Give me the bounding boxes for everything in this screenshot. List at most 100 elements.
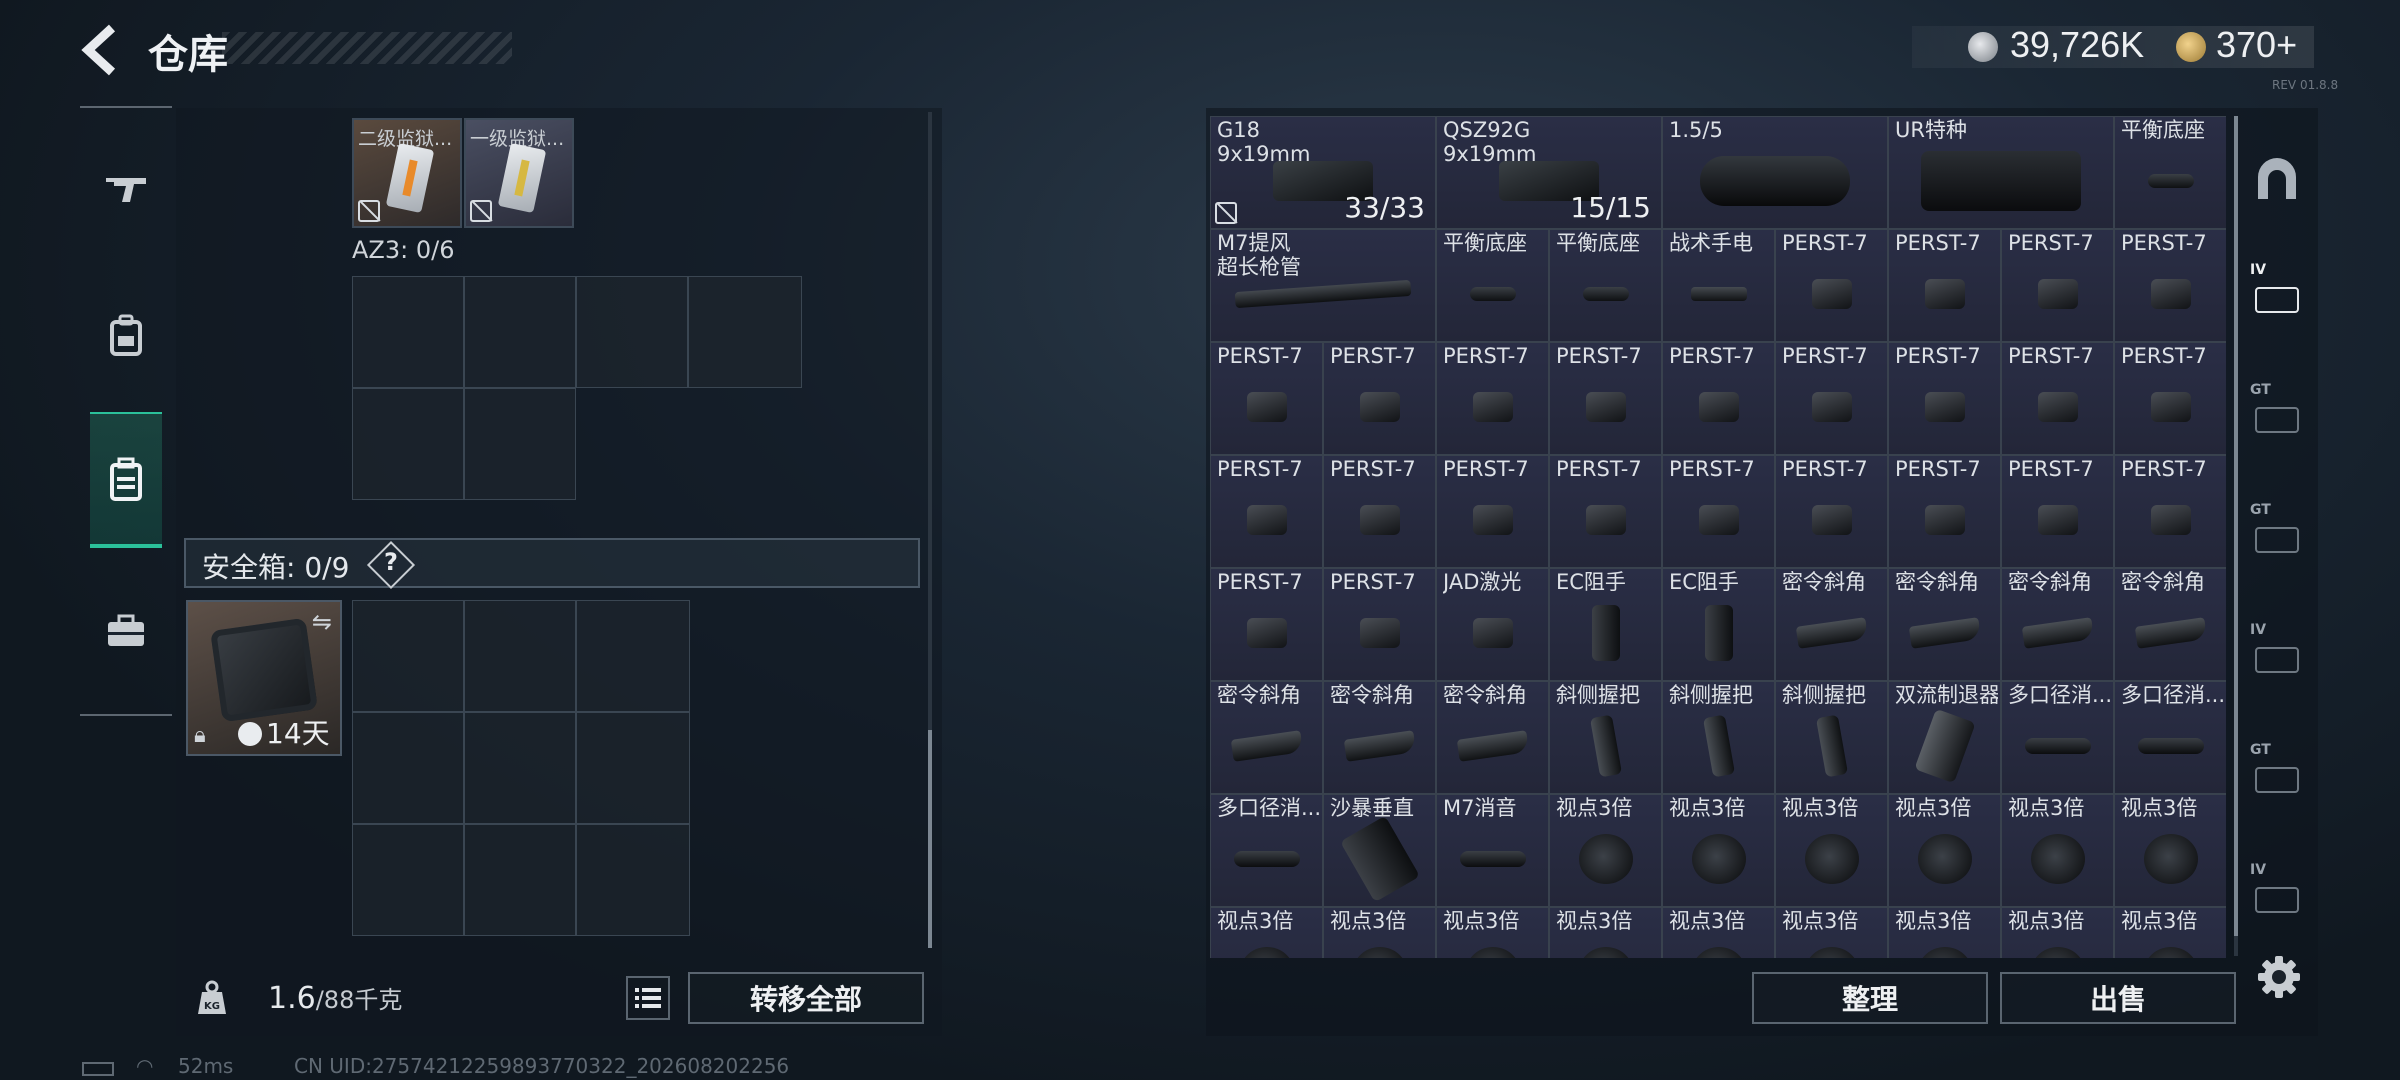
az3-cell[interactable] <box>464 276 576 388</box>
storage-item[interactable]: PERST-7 <box>2114 455 2226 568</box>
filter-all-tab[interactable] <box>2246 140 2308 220</box>
filter-iv-tab-2[interactable]: IV <box>2246 614 2308 694</box>
storage-item[interactable]: PERST-7 <box>1549 455 1662 568</box>
storage-item[interactable]: QSZ92G 9x19mm 15/15 <box>1436 116 1662 229</box>
storage-item[interactable]: 双流制退器 <box>1888 681 2001 794</box>
storage-item[interactable]: PERST-7 <box>1210 568 1323 681</box>
storage-item[interactable]: PERST-7 <box>2114 342 2226 455</box>
storage-item[interactable]: 密令斜角 <box>1210 681 1323 794</box>
storage-item[interactable]: PERST-7 <box>1210 342 1323 455</box>
storage-item[interactable]: 视点3倍 <box>1549 794 1662 907</box>
storage-item[interactable]: PERST-7 <box>1323 455 1436 568</box>
storage-item[interactable]: 视点3倍 <box>1662 794 1775 907</box>
storage-item[interactable]: 视点3倍 <box>1888 794 2001 907</box>
storage-item[interactable]: 沙暴垂直 <box>1323 794 1436 907</box>
gold-currency-amount[interactable]: 370+ <box>2216 24 2297 66</box>
storage-item[interactable]: 密令斜角 <box>2114 568 2226 681</box>
safe-cell[interactable] <box>464 600 576 712</box>
storage-item[interactable]: PERST-7 <box>1662 342 1775 455</box>
storage-item[interactable]: 视点3倍 <box>1549 907 1662 958</box>
filter-gt-tab-3[interactable]: GT <box>2246 734 2308 814</box>
storage-item[interactable]: UR特种 <box>1888 116 2114 229</box>
filter-gt-tab-1[interactable]: GT <box>2246 374 2308 454</box>
right-scrollbar-thumb[interactable] <box>2234 116 2238 936</box>
az3-cell[interactable] <box>352 276 464 388</box>
safe-cell[interactable] <box>576 600 690 712</box>
left-scrollbar-thumb[interactable] <box>928 730 932 948</box>
az3-cell[interactable] <box>352 388 464 500</box>
storage-item[interactable]: PERST-7 <box>1323 342 1436 455</box>
storage-item[interactable]: 斜侧握把 <box>1549 681 1662 794</box>
storage-item[interactable]: 1.5/5 <box>1662 116 1888 229</box>
storage-item[interactable]: EC阻手 <box>1662 568 1775 681</box>
storage-item[interactable]: G18 9x19mm 33/33 <box>1210 116 1436 229</box>
sort-button[interactable]: 整理 <box>1752 972 1988 1024</box>
back-button[interactable] <box>78 22 126 78</box>
sell-button[interactable]: 出售 <box>2000 972 2236 1024</box>
storage-item[interactable]: EC阻手 <box>1549 568 1662 681</box>
storage-item[interactable]: PERST-7 <box>1323 568 1436 681</box>
storage-item[interactable]: JAD激光 <box>1436 568 1549 681</box>
storage-item[interactable]: 多口径消... <box>2114 681 2226 794</box>
storage-item[interactable]: PERST-7 <box>2114 229 2226 342</box>
az3-cell[interactable] <box>576 276 688 388</box>
magazine-slot-2[interactable]: 一级监狱... <box>464 118 574 228</box>
filter-gt-tab-2[interactable]: GT <box>2246 494 2308 574</box>
nav-storage-tab[interactable] <box>90 412 162 548</box>
safe-box-item[interactable]: ⇋ 🔒︎ 14天 <box>186 600 342 756</box>
storage-item[interactable]: 视点3倍 <box>1775 907 1888 958</box>
storage-item[interactable]: 视点3倍 <box>1436 907 1549 958</box>
storage-item[interactable]: 视点3倍 <box>1775 794 1888 907</box>
storage-item[interactable]: 战术手电 <box>1662 229 1775 342</box>
storage-item[interactable]: 密令斜角 <box>1323 681 1436 794</box>
storage-item[interactable]: 视点3倍 <box>2001 794 2114 907</box>
safe-cell[interactable] <box>576 712 690 824</box>
storage-item[interactable]: 密令斜角 <box>1775 568 1888 681</box>
storage-item[interactable]: 视点3倍 <box>2114 907 2226 958</box>
storage-item[interactable]: PERST-7 <box>1436 455 1549 568</box>
nav-weapons-tab[interactable] <box>90 124 162 254</box>
magazine-slot-1[interactable]: 二级监狱... <box>352 118 462 228</box>
storage-item[interactable]: 平衡底座 <box>2114 116 2226 229</box>
storage-item[interactable]: 斜侧握把 <box>1662 681 1775 794</box>
safe-cell[interactable] <box>576 824 690 936</box>
nav-briefcase-tab[interactable] <box>90 566 162 696</box>
settings-gear-icon[interactable] <box>2256 954 2302 1000</box>
storage-item[interactable]: 密令斜角 <box>1436 681 1549 794</box>
transfer-all-button[interactable]: 转移全部 <box>688 972 924 1024</box>
safe-cell[interactable] <box>352 600 464 712</box>
swap-icon[interactable]: ⇋ <box>312 608 332 636</box>
storage-item[interactable]: PERST-7 <box>1888 455 2001 568</box>
storage-item[interactable]: PERST-7 <box>1888 342 2001 455</box>
safe-cell[interactable] <box>464 824 576 936</box>
nav-backpack-tab[interactable] <box>90 270 162 400</box>
storage-item[interactable]: PERST-7 <box>1775 455 1888 568</box>
filter-tier4-weapons-tab[interactable]: IV <box>2246 254 2308 334</box>
storage-item[interactable]: 视点3倍 <box>1323 907 1436 958</box>
storage-item[interactable]: M7消音 <box>1436 794 1549 907</box>
safe-cell[interactable] <box>352 712 464 824</box>
storage-item[interactable]: 平衡底座 <box>1549 229 1662 342</box>
storage-item[interactable]: PERST-7 <box>2001 229 2114 342</box>
storage-item[interactable]: 视点3倍 <box>1888 907 2001 958</box>
az3-cell[interactable] <box>688 276 802 388</box>
storage-item[interactable]: 密令斜角 <box>1888 568 2001 681</box>
storage-item[interactable]: PERST-7 <box>1888 229 2001 342</box>
list-view-button[interactable] <box>626 976 670 1020</box>
safe-cell[interactable] <box>352 824 464 936</box>
storage-item[interactable]: PERST-7 <box>1549 342 1662 455</box>
storage-item[interactable]: 平衡底座 <box>1436 229 1549 342</box>
storage-item[interactable]: PERST-7 <box>1436 342 1549 455</box>
storage-item[interactable]: PERST-7 <box>1210 455 1323 568</box>
storage-item[interactable]: 多口径消... <box>2001 681 2114 794</box>
storage-item[interactable]: PERST-7 <box>1662 455 1775 568</box>
storage-item[interactable]: PERST-7 <box>2001 455 2114 568</box>
storage-item[interactable]: M7提风 超长枪管 <box>1210 229 1436 342</box>
safe-cell[interactable] <box>464 712 576 824</box>
storage-item[interactable]: 多口径消... <box>1210 794 1323 907</box>
storage-item[interactable]: PERST-7 <box>2001 342 2114 455</box>
storage-item[interactable]: PERST-7 <box>1775 229 1888 342</box>
storage-item[interactable]: 视点3倍 <box>1662 907 1775 958</box>
storage-item[interactable]: 视点3倍 <box>2001 907 2114 958</box>
storage-item[interactable]: 视点3倍 <box>1210 907 1323 958</box>
